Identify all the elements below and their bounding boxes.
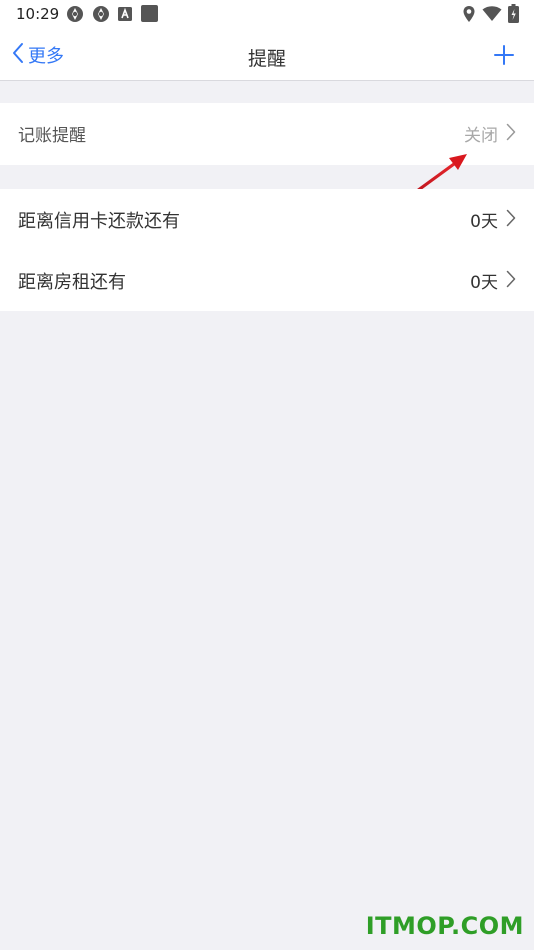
countdown-group: 距离信用卡还款还有 0天 距离房租还有 0天	[0, 189, 534, 311]
watermark: ITMOP.COM	[365, 912, 524, 940]
days-value: 0天	[470, 273, 498, 293]
row-right: 0天	[470, 207, 516, 232]
status-bar: 10:29	[0, 0, 534, 28]
battery-icon	[508, 4, 519, 27]
chevron-right-icon	[506, 270, 516, 292]
sync-icon	[92, 5, 110, 27]
row-right: 关闭	[464, 121, 516, 146]
days-value: 0天	[470, 212, 498, 232]
wifi-icon	[482, 6, 502, 26]
font-icon	[118, 6, 132, 25]
row-label: 距离信用卡还款还有	[18, 210, 180, 232]
square-app-icon	[141, 5, 158, 26]
chevron-right-icon	[506, 209, 516, 231]
add-button[interactable]	[492, 43, 516, 67]
chevron-right-icon	[506, 123, 516, 145]
sync-icon	[66, 5, 84, 27]
status-value: 关闭	[464, 126, 498, 146]
plus-icon	[492, 45, 516, 71]
page-title: 提醒	[247, 48, 286, 70]
rent-countdown-row[interactable]: 距离房租还有 0天	[0, 250, 534, 311]
status-time: 10:29	[16, 5, 60, 23]
nav-bar: 更多 提醒	[0, 28, 534, 81]
row-right: 0天	[470, 268, 516, 293]
row-label: 距离房租还有	[18, 271, 126, 293]
credit-card-countdown-row[interactable]: 距离信用卡还款还有 0天	[0, 189, 534, 250]
location-icon	[462, 5, 476, 27]
row-label: 记账提醒	[18, 126, 86, 146]
